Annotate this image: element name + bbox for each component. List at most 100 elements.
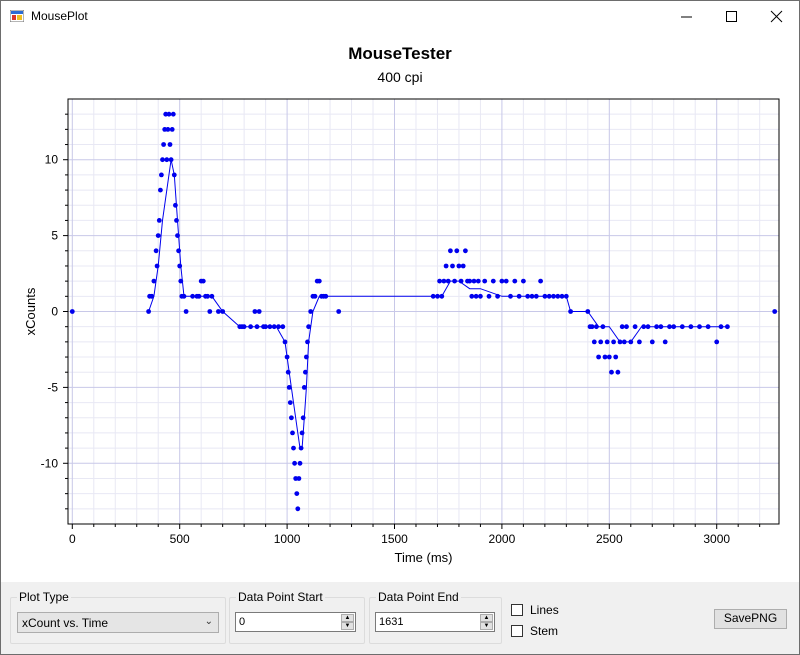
- data-point: [454, 248, 460, 254]
- data-point: [308, 309, 314, 314]
- data-point: [450, 263, 455, 269]
- data-point: [154, 263, 160, 269]
- data-point: [168, 157, 174, 163]
- spin-up-icon[interactable]: ▲: [480, 614, 493, 622]
- spin-down-icon[interactable]: ▼: [341, 622, 354, 630]
- data-point: [538, 278, 543, 284]
- data-point: [289, 415, 294, 421]
- chevron-down-icon: ⌄: [204, 616, 213, 627]
- data-point-start-value: 0: [239, 616, 246, 628]
- data-point-start-group: Data Point Start 0 ▲ ▼: [229, 590, 365, 644]
- x-tick-label: 2500: [596, 532, 623, 546]
- data-point-end-stepper[interactable]: 1631 ▲ ▼: [375, 612, 495, 632]
- data-point: [173, 202, 178, 208]
- data-point: [301, 385, 307, 390]
- spin-down-icon[interactable]: ▼: [480, 622, 493, 630]
- data-point: [294, 491, 300, 496]
- data-point: [463, 248, 468, 254]
- data-point: [271, 324, 277, 330]
- data-point: [568, 309, 573, 314]
- data-point: [611, 339, 616, 345]
- chart[interactable]: 0 500 1000 1500 2000 2500 3000 10 5 0 -5 -10 Time (m…: [1, 33, 799, 581]
- data-point: [323, 293, 329, 299]
- data-point: [448, 248, 453, 254]
- data-point: [658, 324, 664, 330]
- data-point: [697, 324, 702, 330]
- data-point: [529, 293, 535, 299]
- save-png-button[interactable]: SavePNG: [714, 609, 787, 629]
- maximize-button[interactable]: [709, 1, 754, 32]
- app-icon: [10, 10, 24, 22]
- data-point: [196, 293, 202, 299]
- data-point: [256, 309, 262, 314]
- data-point: [619, 324, 625, 330]
- data-point-start-stepper[interactable]: 0 ▲ ▼: [235, 612, 356, 632]
- data-point: [216, 309, 221, 314]
- data-point: [220, 309, 226, 314]
- data-point: [641, 324, 647, 330]
- close-button[interactable]: [754, 1, 799, 32]
- x-tick-label: 1500: [381, 532, 408, 546]
- data-point: [559, 293, 565, 299]
- data-point: [628, 339, 634, 345]
- spin-up-icon[interactable]: ▲: [341, 614, 354, 622]
- data-point: [718, 324, 724, 330]
- data-point: [482, 278, 488, 284]
- data-point: [456, 263, 462, 269]
- data-point: [178, 278, 184, 284]
- data-point: [284, 354, 290, 360]
- data-point: [209, 293, 215, 299]
- data-point: [600, 324, 606, 330]
- minimize-button[interactable]: [664, 1, 709, 32]
- data-point: [585, 309, 591, 314]
- data-point: [160, 157, 165, 163]
- data-point: [671, 324, 677, 330]
- data-point-end-group: Data Point End 1631 ▲ ▼: [369, 590, 502, 644]
- data-point: [306, 324, 311, 330]
- data-point: [200, 278, 206, 284]
- plot-type-label: Plot Type: [17, 590, 71, 604]
- data-point: [596, 354, 601, 360]
- data-point: [205, 293, 211, 299]
- data-point: [437, 278, 442, 284]
- data-point: [146, 309, 152, 314]
- data-point: [190, 293, 196, 299]
- data-point: [153, 248, 159, 254]
- data-point: [452, 278, 457, 284]
- data-point: [521, 278, 526, 284]
- data-point: [512, 278, 518, 284]
- data-point: [516, 293, 522, 299]
- plot-type-value: xCount vs. Time: [22, 616, 109, 630]
- data-point: [336, 309, 342, 314]
- data-point: [430, 293, 436, 299]
- data-point: [69, 309, 75, 314]
- data-point: [503, 278, 509, 284]
- data-point: [486, 293, 492, 299]
- lines-checkbox-box[interactable]: [511, 604, 523, 616]
- mouseplot-window: MousePlot MouseTester 400 cpi 0 500 1000 15…: [0, 0, 800, 655]
- data-point: [594, 324, 599, 330]
- data-point-start-label: Data Point Start: [236, 590, 325, 604]
- data-point: [305, 339, 310, 345]
- plot-type-select[interactable]: xCount vs. Time ⌄: [17, 612, 219, 633]
- data-point: [542, 293, 548, 299]
- data-point: [183, 309, 189, 314]
- data-point: [705, 324, 711, 330]
- data-point: [295, 506, 301, 512]
- data-point: [252, 309, 258, 314]
- data-point: [164, 157, 170, 163]
- y-tick-label: -5: [47, 380, 58, 394]
- data-point: [478, 293, 483, 299]
- stem-checkbox-box[interactable]: [511, 625, 523, 637]
- data-point: [649, 339, 655, 345]
- data-point: [300, 415, 306, 421]
- data-point: [155, 233, 161, 239]
- data-point: [679, 324, 685, 330]
- data-point: [169, 127, 175, 132]
- data-point: [290, 430, 295, 436]
- data-point: [304, 354, 309, 360]
- data-point: [617, 339, 623, 345]
- data-point: [292, 460, 297, 466]
- data-point: [471, 278, 477, 284]
- data-point: [241, 324, 247, 330]
